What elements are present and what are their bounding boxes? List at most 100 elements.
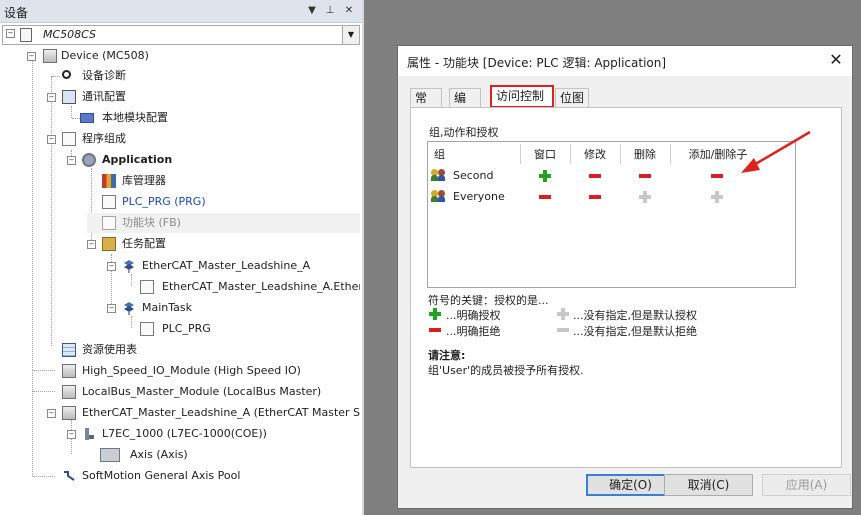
- panel-menu-icon[interactable]: ▼: [304, 3, 320, 19]
- task-icon: [122, 301, 136, 315]
- tree-item-function-block[interactable]: 功能块 (FB): [87, 213, 360, 233]
- drive-icon: [82, 427, 96, 441]
- tree-item-axis[interactable]: Axis (Axis): [87, 445, 347, 465]
- network-icon: [62, 90, 76, 104]
- tree-item-communication[interactable]: − 通讯配置: [47, 87, 347, 107]
- collapse-toggle[interactable]: −: [27, 52, 36, 61]
- tree-item-diagnostics[interactable]: 设备诊断: [47, 66, 347, 86]
- collapse-toggle[interactable]: −: [47, 135, 56, 144]
- tab-bitmap[interactable]: 位图: [555, 88, 589, 107]
- tree-label: Application: [102, 153, 173, 166]
- collapse-toggle[interactable]: −: [47, 409, 56, 418]
- tree-item-program[interactable]: − 程序组成: [47, 129, 347, 149]
- tree-label: 功能块 (FB): [122, 216, 181, 229]
- tree-label: PLC_PRG: [162, 322, 211, 335]
- note-title: 请注意:: [428, 349, 466, 362]
- granted-icon[interactable]: [539, 170, 551, 182]
- denied-icon[interactable]: [639, 174, 651, 178]
- group-name: Second: [453, 169, 494, 182]
- denied-icon[interactable]: [539, 195, 551, 199]
- tree-label: 程序组成: [82, 132, 126, 145]
- tree-label: EtherCAT_Master_Leadshine_A: [142, 259, 311, 272]
- devices-panel: 设备 ▼ ⊥ ✕ − MC508CS ▼ − Device (MC508) 设备…: [0, 0, 362, 515]
- column-header-add-remove[interactable]: 添加/删除子: [670, 146, 766, 164]
- pou-call-icon: [140, 280, 154, 294]
- collapse-toggle[interactable]: −: [107, 262, 116, 271]
- task-icon: [122, 259, 136, 273]
- denied-icon: [429, 328, 441, 332]
- collapse-toggle[interactable]: −: [107, 304, 116, 313]
- legend-default-granted: ...没有指定,但是默认授权: [573, 309, 697, 322]
- legend-default-denied: ...没有指定,但是默认拒绝: [573, 325, 697, 338]
- tab-build[interactable]: 编译: [449, 88, 481, 123]
- tree-item-l7ec[interactable]: − L7EC_1000 (L7EC-1000(COE)): [67, 424, 347, 444]
- tree-item-task-config[interactable]: − 任务配置: [87, 234, 347, 254]
- tree-item-maintask[interactable]: − MainTask: [107, 298, 347, 318]
- tab-access-control[interactable]: 访问控制: [490, 85, 554, 108]
- close-icon[interactable]: ✕: [826, 50, 846, 70]
- project-selector[interactable]: − MC508CS ▼: [2, 25, 360, 45]
- column-header-modify[interactable]: 修改: [570, 146, 620, 164]
- magnifier-icon: [62, 70, 71, 79]
- collapse-toggle[interactable]: −: [67, 156, 76, 165]
- tree-label: Device (MC508): [61, 49, 149, 62]
- tree-item-library-manager[interactable]: 库管理器: [87, 171, 347, 191]
- project-file-icon: [20, 28, 32, 42]
- tree-label: EtherCAT_Master_Leadshine_A (EtherCAT Ma…: [82, 406, 360, 419]
- tree-item-ethercat-task-call[interactable]: EtherCAT_Master_Leadshine_A.EtherCAT_Tas…: [127, 277, 360, 297]
- group-name: Everyone: [453, 190, 505, 203]
- collapse-toggle[interactable]: −: [67, 430, 76, 439]
- pin-icon[interactable]: ⊥: [322, 3, 338, 19]
- tree-item-maintask-prg[interactable]: PLC_PRG: [127, 319, 347, 339]
- panel-title: 设备: [4, 6, 29, 20]
- table-row[interactable]: Second: [428, 167, 788, 185]
- permissions-table: 组 窗口 修改 删除 添加/删除子 Second Everyone: [427, 141, 796, 288]
- user-group-icon: [431, 189, 447, 203]
- tree-item-ethercat-task[interactable]: − EtherCAT_Master_Leadshine_A: [107, 256, 347, 276]
- column-header-group[interactable]: 组: [434, 146, 454, 164]
- denied-icon[interactable]: [589, 195, 601, 199]
- granted-icon: [429, 308, 441, 320]
- tree-item-axis-pool[interactable]: SoftMotion General Axis Pool: [47, 466, 347, 486]
- panel-close-icon[interactable]: ✕: [341, 3, 357, 19]
- default-granted-icon[interactable]: [639, 191, 651, 203]
- denied-icon[interactable]: [589, 174, 601, 178]
- cancel-button[interactable]: 取消(C): [664, 474, 753, 496]
- ok-button[interactable]: 确定(O): [586, 474, 675, 496]
- device-icon: [62, 406, 76, 420]
- tree-item-device[interactable]: − Device (MC508): [27, 46, 357, 66]
- collapse-toggle[interactable]: −: [87, 240, 96, 249]
- tree-label: 通讯配置: [82, 90, 126, 103]
- tree-item-ethercat-master[interactable]: − EtherCAT_Master_Leadshine_A (EtherCAT …: [47, 403, 360, 423]
- tree-label: 本地模块配置: [102, 111, 168, 124]
- tree-label: SoftMotion General Axis Pool: [82, 469, 241, 482]
- tree-item-application[interactable]: − Application: [67, 150, 347, 170]
- tab-general[interactable]: 常规: [410, 88, 442, 123]
- denied-icon[interactable]: [711, 174, 723, 178]
- tree-item-plc-prg[interactable]: PLC_PRG (PRG): [87, 192, 347, 212]
- tree-label: Axis (Axis): [130, 448, 188, 461]
- dropdown-arrow-icon[interactable]: ▼: [342, 26, 359, 44]
- column-header-delete[interactable]: 删除: [620, 146, 670, 164]
- tree-item-resource-usage[interactable]: 资源使用表: [47, 340, 347, 360]
- program-icon: [62, 132, 76, 146]
- panel-title-bar: 设备 ▼ ⊥ ✕: [0, 0, 362, 23]
- pou-icon: [102, 216, 116, 230]
- tree-label: PLC_PRG (PRG): [122, 195, 206, 208]
- collapse-toggle[interactable]: −: [47, 93, 56, 102]
- tree-label: MainTask: [142, 301, 192, 314]
- task-config-icon: [102, 237, 116, 251]
- tree-item-local-module[interactable]: 本地模块配置: [67, 108, 347, 128]
- project-name: MC508CS: [43, 28, 97, 41]
- dialog-title: 属性 - 功能块 [Device: PLC 逻辑: Application]: [407, 56, 667, 70]
- default-granted-icon[interactable]: [711, 191, 723, 203]
- tree-item-localbus[interactable]: LocalBus_Master_Module (LocalBus Master): [47, 382, 347, 402]
- axis-pool-icon: [62, 469, 76, 483]
- tree-item-highspeed-io[interactable]: High_Speed_IO_Module (High Speed IO): [47, 361, 347, 381]
- column-header-window[interactable]: 窗口: [520, 146, 570, 164]
- collapse-toggle[interactable]: −: [6, 29, 15, 38]
- apply-button[interactable]: 应用(A): [762, 474, 851, 496]
- pou-icon: [102, 195, 116, 209]
- table-row[interactable]: Everyone: [428, 188, 788, 206]
- default-denied-icon: [557, 328, 569, 332]
